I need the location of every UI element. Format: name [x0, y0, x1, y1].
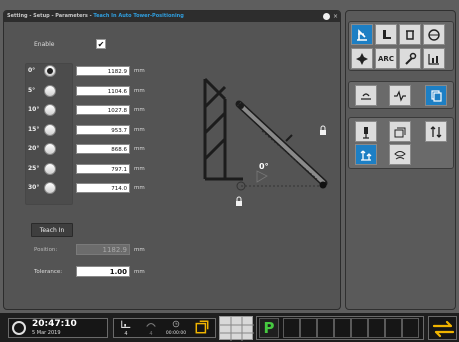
angle-label: 15°: [28, 125, 40, 133]
angle-marker: [256, 170, 268, 183]
angle-distance-field[interactable]: 1104.6: [76, 85, 130, 96]
dialog-title-bar: Setting - Setup - Parameters - Teach In …: [4, 11, 340, 22]
tower-icon[interactable]: [375, 24, 397, 45]
palette-group-3: [348, 117, 454, 169]
lock-icon: [320, 125, 326, 135]
palette-empty-slot: [425, 144, 447, 165]
angle-distance-unit: mm: [134, 126, 145, 133]
angle-label: 30°: [28, 184, 40, 191]
angle-distance-field[interactable]: 1027.8: [76, 105, 130, 115]
angle-label: 20°: [28, 145, 40, 152]
enable-checkbox[interactable]: ✔: [96, 39, 106, 49]
angle-radio-button[interactable]: [44, 104, 56, 116]
layers-icon[interactable]: [389, 121, 411, 142]
palette-group-1: ARC: [348, 21, 454, 71]
wrench-icon[interactable]: [399, 48, 421, 69]
angle-distance-unit: mm: [134, 107, 145, 113]
angle-radio-button[interactable]: [44, 162, 56, 175]
angle-distance-field[interactable]: 797.1: [76, 163, 130, 174]
position-field: 1182.9: [76, 244, 130, 255]
clock-icon: [12, 321, 26, 335]
position-unit: mm: [134, 247, 145, 253]
bar-chart-icon[interactable]: [423, 48, 445, 69]
dialog-close-button[interactable]: ×: [333, 11, 340, 22]
angle-distance-field[interactable]: 714.0: [76, 183, 130, 193]
teach-in-button[interactable]: Teach In: [31, 223, 73, 237]
teach-in-dialog: Setting - Setup - Parameters - Teach In …: [3, 10, 341, 310]
program-slot: [368, 318, 385, 338]
program-slot: [300, 318, 317, 338]
angle-distance-field[interactable]: 1182.9: [76, 66, 130, 76]
tower-frame: [203, 77, 243, 181]
dialog-title-accent: Teach In Auto Tower-Positioning: [93, 13, 184, 19]
angle-radio-button[interactable]: [44, 84, 56, 97]
angle-radio-button[interactable]: [44, 123, 56, 136]
program-mode-indicator[interactable]: P: [259, 318, 279, 338]
switch-arrows-button[interactable]: [428, 316, 457, 340]
tool-counter-1: 4: [118, 319, 134, 337]
status-bar: 20:47:10 5 Mar 2019 4 4 00:00:00 P: [0, 313, 459, 342]
timer: 00:00:00: [165, 319, 187, 337]
eye-scan-icon[interactable]: [389, 144, 411, 165]
tool-counter-1-value: 4: [124, 331, 128, 337]
angle-label: 5°: [28, 86, 36, 94]
grid-view-button[interactable]: [219, 316, 254, 341]
palette-group-2: [348, 81, 454, 109]
copy-icon[interactable]: [425, 85, 447, 106]
teach-in-icon[interactable]: [355, 144, 377, 165]
program-slot: [385, 318, 402, 338]
angle-label: 10°: [28, 106, 40, 113]
angle-distance-unit: mm: [134, 165, 145, 172]
angle-distance-field[interactable]: 868.6: [76, 144, 130, 154]
tolerance-label: Tolerance:: [34, 269, 63, 275]
arc-icon[interactable]: ARC: [375, 48, 397, 69]
cup-icon[interactable]: [399, 24, 421, 45]
dialog-title: Setting - Setup - Parameters -: [7, 13, 94, 19]
angle-label: 25°: [28, 164, 40, 172]
tool-counter-2-value: 4: [149, 331, 153, 337]
pulse-icon[interactable]: [389, 85, 411, 106]
diagram-angle-label: 0°: [259, 162, 269, 171]
crosshair-icon[interactable]: [351, 48, 373, 69]
tip-point: [319, 181, 327, 189]
torch-icon[interactable]: [355, 121, 377, 142]
clock-time: 20:47:10: [32, 319, 77, 329]
program-slot: [317, 318, 334, 338]
timer-value: 00:00:00: [165, 331, 187, 336]
angle-distance-unit: mm: [134, 146, 145, 152]
tower-arm: [235, 100, 328, 187]
program-slot: [334, 318, 351, 338]
lock-icon: [236, 196, 242, 206]
position-label: Position:: [34, 247, 58, 253]
tool-palette: ARC: [345, 10, 456, 310]
tolerance-unit: mm: [134, 269, 145, 275]
enable-label: Enable: [34, 41, 55, 48]
swap-arrows-icon: [432, 320, 455, 338]
swap-height-icon[interactable]: [425, 121, 447, 142]
program-slot: [402, 318, 419, 338]
copy-icon[interactable]: [192, 319, 212, 337]
wave-sensor-icon[interactable]: [355, 85, 377, 106]
angle-distance-unit: mm: [134, 87, 145, 94]
angle-label: 0°: [28, 67, 36, 74]
tower-position-icon[interactable]: [351, 24, 373, 45]
angle-distance-unit: mm: [134, 185, 145, 191]
tower-diagram: 0°: [203, 77, 328, 206]
angle-distance-unit: mm: [134, 68, 145, 74]
program-slot: [283, 318, 300, 338]
clock-date: 5 Mar 2019: [32, 330, 61, 336]
angle-radio-button[interactable]: [44, 65, 56, 77]
tool-counter-2: 4: [143, 319, 159, 337]
angle-radio-button[interactable]: [44, 182, 56, 194]
angle-radio-button[interactable]: [44, 143, 56, 155]
tolerance-field[interactable]: 1.00: [76, 266, 130, 277]
angle-distance-field[interactable]: 953.7: [76, 124, 130, 135]
ball-icon[interactable]: [423, 24, 445, 45]
dialog-status-dot: [323, 13, 330, 20]
program-slot: [351, 318, 368, 338]
